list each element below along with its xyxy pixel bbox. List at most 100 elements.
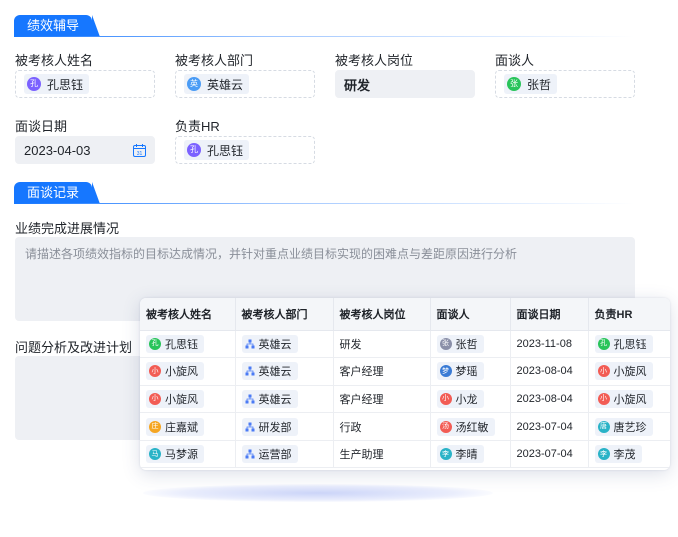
cell-post: 行政 <box>333 412 431 441</box>
interviewer-value: 张哲 <box>455 338 478 351</box>
hr-avatar: 李 <box>597 448 610 461</box>
post-label: 被考核人岗位 <box>335 53 414 68</box>
hr-chip: 孔孔思钰 <box>594 334 653 353</box>
name-chip: 小小旋风 <box>146 362 204 381</box>
table-header-row: 被考核人姓名 被考核人部门 被考核人岗位 面谈人 面谈日期 负责HR <box>140 298 670 331</box>
name-chip: 孔 孔思钰 <box>24 74 90 94</box>
section-title-record: 面谈记录 <box>14 182 100 204</box>
table-row[interactable]: 马马梦源 运营部 生产助理李李晴 2023-07-04 李李茂 <box>140 440 670 469</box>
hr-value: 孔思钰 <box>207 143 244 158</box>
col-header-name[interactable]: 被考核人姓名 <box>140 298 236 331</box>
section-title-performance: 绩效辅导 <box>14 15 100 37</box>
date-value: 2023-04-03 <box>24 142 91 158</box>
svg-text:31: 31 <box>137 151 143 157</box>
col-header-interviewer[interactable]: 面谈人 <box>430 298 511 331</box>
section-header-performance: 绩效辅导 <box>14 15 634 37</box>
name-value: 孔思钰 <box>165 338 198 351</box>
cell-interviewer: 梦梦瑶 <box>430 357 511 386</box>
section-divider <box>14 203 634 204</box>
hr-avatar: 小 <box>597 365 610 378</box>
org-icon <box>245 339 254 349</box>
interviewer-field[interactable]: 张 张哲 <box>495 70 635 98</box>
cell-dept: 英雄云 <box>235 385 334 414</box>
org-icon <box>245 422 254 432</box>
name-value: 小旋风 <box>165 393 198 406</box>
table-row[interactable]: 孔孔思钰 英雄云 研发张张哲 2023-11-08 孔孔思钰 <box>140 330 670 359</box>
hr-value: 小旋风 <box>613 393 647 406</box>
name-avatar: 孔 <box>149 337 161 350</box>
interview-table-card: 被考核人姓名 被考核人部门 被考核人岗位 面谈人 面谈日期 负责HR 孔孔思钰英… <box>140 298 670 470</box>
cell-name: 小小旋风 <box>140 357 236 386</box>
cell-hr: 孔孔思钰 <box>588 330 670 359</box>
section-header-record: 面谈记录 <box>14 182 634 204</box>
dept-avatar: 英 <box>187 77 201 91</box>
hr-chip: 小小旋风 <box>594 389 653 408</box>
dept-field[interactable]: 英 英雄云 <box>175 70 315 98</box>
org-icon <box>245 366 254 376</box>
name-value: 庄嘉斌 <box>165 421 198 434</box>
cell-date: 2023-08-04 <box>510 385 589 414</box>
interviewer-chip: 张张哲 <box>436 334 484 353</box>
cell-name: 小小旋风 <box>140 385 236 414</box>
cell-date: 2023-07-04 <box>510 412 589 441</box>
cell-post: 生产助理 <box>333 440 431 469</box>
org-icon <box>245 449 254 459</box>
dept-value: 运营部 <box>258 449 292 462</box>
dept-chip: 英雄云 <box>241 389 298 408</box>
cell-dept: 研发部 <box>235 412 334 441</box>
col-header-date[interactable]: 面谈日期 <box>510 298 589 331</box>
interview-table: 被考核人姓名 被考核人部门 被考核人岗位 面谈人 面谈日期 负责HR 孔孔思钰英… <box>140 298 670 469</box>
hr-value: 孔思钰 <box>613 338 647 351</box>
hr-avatar: 小 <box>597 392 610 405</box>
dept-chip: 研发部 <box>241 417 298 436</box>
col-header-hr[interactable]: 负责HR <box>588 298 670 331</box>
improvement-label: 问题分析及改进计划 <box>15 340 133 355</box>
name-field[interactable]: 孔 孔思钰 <box>15 70 155 98</box>
dept-chip: 运营部 <box>241 445 298 464</box>
name-chip: 孔孔思钰 <box>146 334 204 353</box>
cell-hr: 唐唐艺珍 <box>588 412 670 441</box>
post-field[interactable]: 研发 <box>335 70 475 98</box>
cell-hr: 小小旋风 <box>588 385 670 414</box>
table-row[interactable]: 小小旋风 英雄云 客户经理梦梦瑶 2023-08-04 小小旋风 <box>140 357 670 386</box>
cell-name: 孔孔思钰 <box>140 330 236 359</box>
cell-post: 研发 <box>333 330 431 359</box>
dept-label: 被考核人部门 <box>175 53 254 68</box>
cell-date: 2023-08-04 <box>510 357 589 386</box>
interviewer-value: 梦瑶 <box>455 366 478 379</box>
cell-dept: 英雄云 <box>235 330 334 359</box>
hr-field[interactable]: 孔 孔思钰 <box>175 136 315 164</box>
col-header-post[interactable]: 被考核人岗位 <box>333 298 431 331</box>
dept-chip: 英雄云 <box>241 334 298 353</box>
interviewer-avatar: 小 <box>439 392 452 405</box>
interviewer-value: 张哲 <box>527 77 552 92</box>
calendar-icon[interactable]: 31 <box>133 144 146 157</box>
name-value: 小旋风 <box>165 366 198 379</box>
improvement-textarea[interactable] <box>15 356 145 440</box>
hr-avatar: 孔 <box>187 143 201 157</box>
hr-chip: 唐唐艺珍 <box>594 417 653 436</box>
interviewer-avatar: 李 <box>439 448 452 461</box>
table-row[interactable]: 庄庄嘉斌 研发部 行政汤汤红敏 2023-07-04 唐唐艺珍 <box>140 412 670 441</box>
cell-date: 2023-07-04 <box>510 440 589 469</box>
name-avatar: 庄 <box>149 420 161 433</box>
table-row[interactable]: 小小旋风 英雄云 客户经理小小龙 2023-08-04 小小旋风 <box>140 385 670 414</box>
name-avatar: 孔 <box>27 77 41 91</box>
interviewer-avatar: 张 <box>439 337 452 350</box>
name-value: 马梦源 <box>165 449 198 462</box>
hr-chip: 孔 孔思钰 <box>184 140 250 160</box>
interviewer-avatar: 张 <box>507 77 521 91</box>
col-header-dept[interactable]: 被考核人部门 <box>235 298 334 331</box>
cell-interviewer: 小小龙 <box>430 385 511 414</box>
interviewer-chip: 小小龙 <box>436 389 484 408</box>
dept-value: 英雄云 <box>258 338 292 351</box>
progress-label: 业绩完成进展情况 <box>15 221 120 236</box>
date-field[interactable]: 2023-04-03 31 <box>15 136 155 164</box>
hr-chip: 李李茂 <box>594 445 642 464</box>
hr-avatar: 孔 <box>597 337 610 350</box>
cell-interviewer: 汤汤红敏 <box>430 412 511 441</box>
name-avatar: 小 <box>149 392 161 405</box>
cell-name: 马马梦源 <box>140 440 236 469</box>
hr-avatar: 唐 <box>597 420 610 433</box>
name-value: 孔思钰 <box>47 77 84 92</box>
